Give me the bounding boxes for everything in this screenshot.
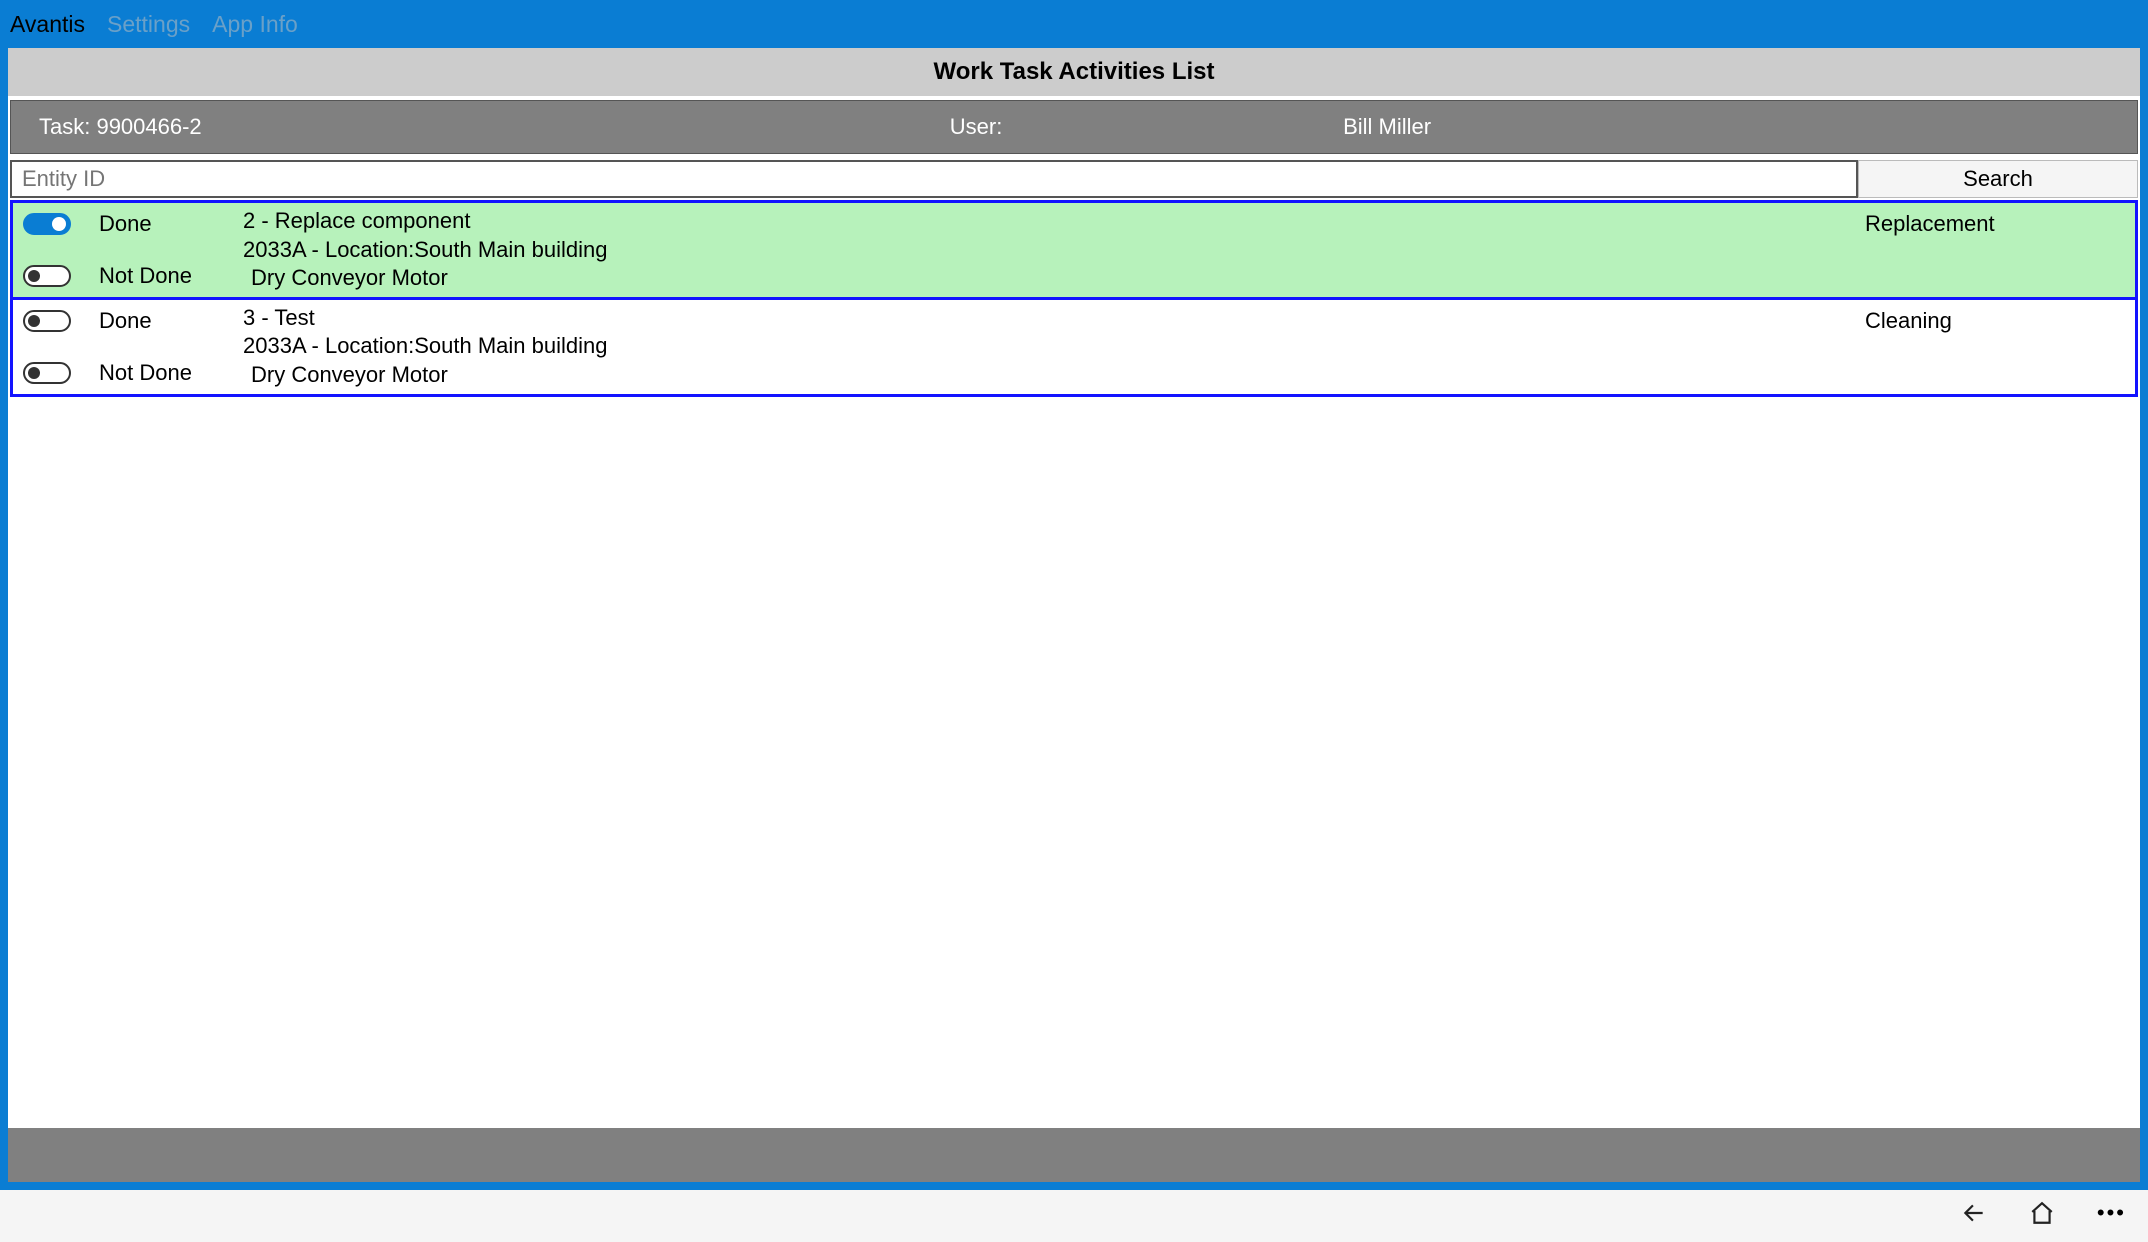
toggle-column: Done Not Done [23, 207, 223, 293]
task-id-label: Task: 9900466-2 [39, 114, 950, 140]
user-name: Bill Miller [1343, 114, 2109, 140]
done-toggle-label: Done [99, 211, 152, 237]
menu-bar: Avantis Settings App Info [0, 0, 2148, 48]
more-icon[interactable]: ••• [2097, 1200, 2126, 1232]
info-bar: Task: 9900466-2 User: Bill Miller [10, 100, 2138, 154]
activity-line1: 2 - Replace component [243, 207, 1865, 236]
system-bar: ••• [0, 1190, 2148, 1242]
content-inner: Work Task Activities List Task: 9900466-… [8, 48, 2140, 1182]
done-toggle[interactable] [23, 213, 71, 235]
activities-list: Done Not Done 2 - Replace component 2033… [8, 200, 2140, 1128]
activity-line1: 3 - Test [243, 304, 1865, 333]
not-done-toggle-label: Not Done [99, 360, 192, 386]
activity-line3: Dry Conveyor Motor [243, 361, 1865, 390]
done-toggle[interactable] [23, 310, 71, 332]
search-row: Search [8, 158, 2140, 200]
activity-line2: 2033A - Location:South Main building [243, 236, 1865, 265]
entity-id-input[interactable] [10, 160, 1858, 198]
activity-category: Replacement [1865, 207, 2125, 293]
search-button[interactable]: Search [1858, 160, 2138, 198]
home-icon[interactable] [2029, 1200, 2055, 1232]
activity-row[interactable]: Done Not Done 3 - Test 2033A - Location:… [10, 297, 2138, 397]
not-done-toggle[interactable] [23, 362, 71, 384]
menu-item-settings[interactable]: Settings [107, 11, 190, 38]
done-toggle-label: Done [99, 308, 152, 334]
activity-category: Cleaning [1865, 304, 2125, 390]
activity-description: 2 - Replace component 2033A - Location:S… [223, 207, 1865, 293]
activity-line3: Dry Conveyor Motor [243, 264, 1865, 293]
activity-description: 3 - Test 2033A - Location:South Main bui… [223, 304, 1865, 390]
menu-item-appinfo[interactable]: App Info [212, 11, 298, 38]
back-icon[interactable] [1961, 1200, 1987, 1232]
not-done-toggle[interactable] [23, 265, 71, 287]
user-label: User: [950, 114, 1343, 140]
menu-item-avantis[interactable]: Avantis [10, 11, 85, 38]
content-frame: Work Task Activities List Task: 9900466-… [0, 48, 2148, 1190]
activity-line2: 2033A - Location:South Main building [243, 332, 1865, 361]
footer-bar [8, 1128, 2140, 1182]
activity-row[interactable]: Done Not Done 2 - Replace component 2033… [10, 200, 2138, 300]
toggle-column: Done Not Done [23, 304, 223, 390]
page-title: Work Task Activities List [8, 48, 2140, 96]
not-done-toggle-label: Not Done [99, 263, 192, 289]
